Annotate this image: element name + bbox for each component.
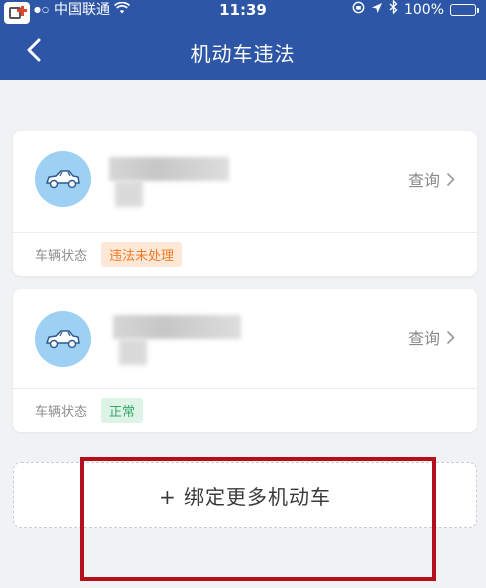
car-icon [35,311,91,367]
query-label: 查询 [407,171,440,190]
status-badge: 正常 [101,398,144,423]
vehicle-card-header: 查询 [13,289,477,385]
query-label: 查询 [407,329,440,348]
query-link[interactable]: 查询 [408,325,455,349]
license-plate-obscured [109,315,249,365]
vehicle-card[interactable]: 查询 车辆状态 正常 [13,289,477,432]
status-right: 100% [352,0,479,20]
status-bar: ●○ 中国联通 11:39 100% [0,0,486,24]
status-label: 车辆状态 [35,405,88,420]
page-title: 机动车违法 [190,42,296,66]
battery-percent: 100% [403,2,444,18]
add-vehicle-button[interactable]: + 绑定更多机动车 [13,462,477,528]
chevron-right-icon [446,330,455,344]
location-icon [371,0,383,20]
chevron-right-icon [446,172,455,186]
battery-icon [450,4,479,16]
query-link[interactable]: 查询 [408,167,455,191]
vehicle-status-row: 车辆状态 违法未处理 [13,232,477,276]
vehicle-status-row: 车辆状态 正常 [13,388,477,432]
status-badge: 违法未处理 [101,242,183,267]
app-header: ●○ 中国联通 11:39 100% 机动车违法 [0,0,486,80]
status-label: 车辆状态 [35,249,88,264]
vehicle-card[interactable]: 查询 车辆状态 违法未处理 [13,131,477,276]
orientation-lock-icon [352,0,365,20]
car-icon [35,151,91,207]
license-plate-obscured [109,157,237,207]
bluetooth-icon [389,0,398,20]
vehicle-card-header: 查询 [13,131,477,227]
